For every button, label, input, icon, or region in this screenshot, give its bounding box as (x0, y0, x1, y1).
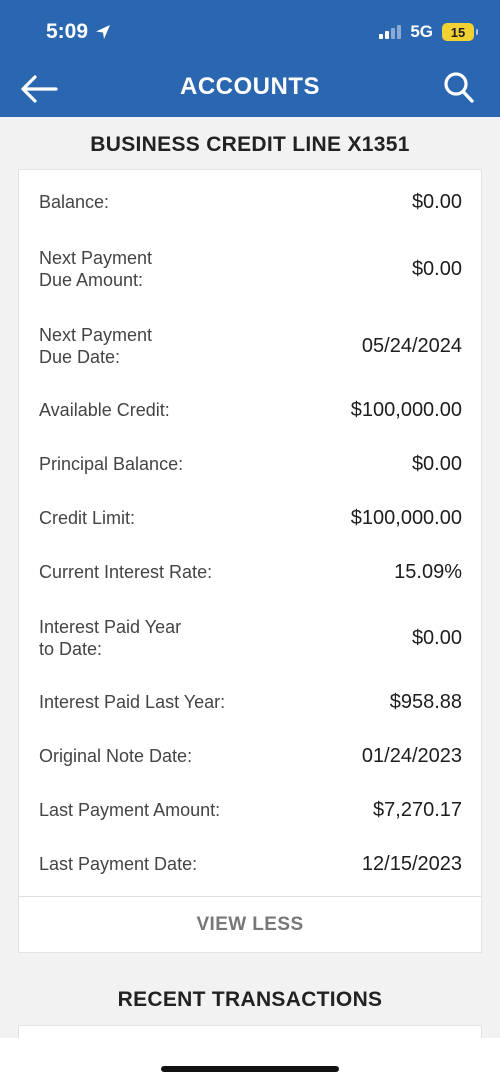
detail-row-interest-rate: Current Interest Rate: 15.09% (39, 558, 462, 586)
row-value: $0.00 (411, 452, 462, 475)
row-label: Next Payment Due Date: (39, 325, 153, 367)
row-label: Interest Paid Last Year: (39, 692, 226, 712)
row-value: $7,270.17 (373, 798, 462, 821)
row-value: $100,000.00 (350, 398, 462, 421)
detail-row-principal-balance: Principal Balance: $0.00 (39, 450, 462, 478)
detail-row-next-payment-amount: Next Payment Due Amount: $0.00 (39, 245, 462, 293)
row-label: Current Interest Rate: (39, 562, 213, 582)
row-value: 12/15/2023 (361, 852, 462, 875)
detail-row-next-payment-date: Next Payment Due Date: 05/24/2024 (39, 322, 462, 370)
search-icon (444, 72, 474, 103)
row-value: $0.00 (411, 626, 462, 649)
time-text: 5:09 (46, 20, 89, 43)
row-label: Last Payment Date: (39, 854, 198, 874)
status-bar-indicators: 5G 15 (379, 22, 478, 42)
row-label: Interest Paid Year to Date: (39, 617, 182, 659)
row-value: $100,000.00 (350, 506, 462, 529)
row-value: $958.88 (389, 690, 462, 713)
row-label: Last Payment Amount: (39, 800, 221, 820)
battery-icon: 15 (442, 23, 478, 41)
detail-row-balance: Balance: $0.00 (39, 188, 462, 216)
row-label: Original Note Date: (39, 746, 193, 766)
row-value: 05/24/2024 (361, 334, 462, 357)
bottom-safe-area (0, 1038, 500, 1082)
row-value: $0.00 (411, 190, 462, 213)
detail-row-last-payment-date: Last Payment Date: 12/15/2023 (39, 850, 462, 878)
location-arrow-icon (96, 25, 111, 39)
signal-icon (379, 25, 402, 39)
view-less-button[interactable]: VIEW LESS (19, 896, 481, 953)
detail-row-last-payment-amount: Last Payment Amount: $7,270.17 (39, 796, 462, 824)
detail-row-available-credit: Available Credit: $100,000.00 (39, 396, 462, 424)
detail-row-credit-limit: Credit Limit: $100,000.00 (39, 504, 462, 532)
row-value: $0.00 (411, 257, 462, 280)
home-indicator[interactable] (161, 1066, 339, 1072)
recent-transactions-card (19, 1026, 481, 1038)
battery-level: 15 (450, 24, 466, 40)
status-bar-time: 5:09 (46, 20, 112, 44)
detail-row-interest-ytd: Interest Paid Year to Date: $0.00 (39, 614, 462, 662)
row-label: Available Credit: (39, 400, 170, 420)
network-label: 5G (410, 22, 433, 41)
page-title: ACCOUNTS (180, 73, 320, 100)
account-title: BUSINESS CREDIT LINE X1351 (90, 133, 410, 156)
search-button[interactable] (442, 70, 476, 106)
account-details-card: Balance: $0.00 Next Payment Due Amount: … (19, 170, 481, 952)
detail-row-interest-last-year: Interest Paid Last Year: $958.88 (39, 688, 462, 716)
row-value: 01/24/2023 (361, 744, 462, 767)
row-value: 15.09% (394, 560, 462, 583)
detail-row-original-note-date: Original Note Date: 01/24/2023 (39, 742, 462, 770)
row-label: Principal Balance: (39, 454, 184, 474)
recent-transactions-title: RECENT TRANSACTIONS (117, 988, 383, 1011)
row-label: Balance: (39, 192, 110, 212)
row-label: Next Payment Due Amount: (39, 248, 153, 290)
app-header: 5:09 5G 15 ACCOUNTS (0, 0, 500, 117)
row-label: Credit Limit: (39, 508, 136, 528)
